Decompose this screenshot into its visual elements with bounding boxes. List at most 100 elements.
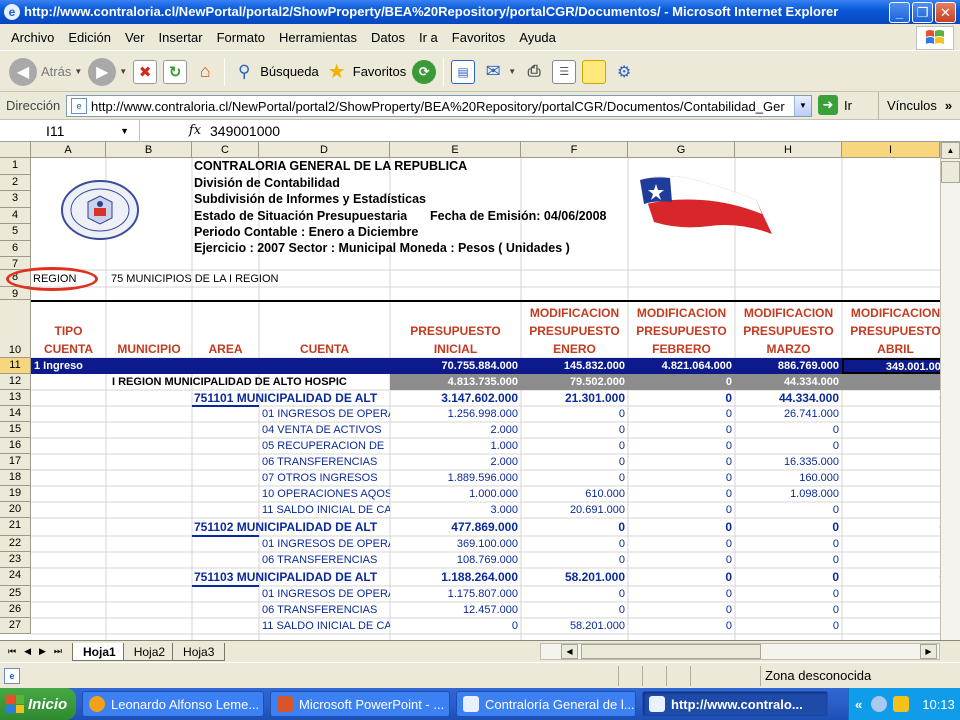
value-cell-h[interactable]: 16.335.000	[735, 455, 842, 469]
row-header[interactable]: 17	[0, 454, 31, 470]
row-header[interactable]: 16	[0, 438, 31, 454]
menu-edicion[interactable]: Edición	[61, 24, 118, 51]
value-cell-f[interactable]: 20.691.000	[521, 503, 628, 517]
account-row-label[interactable]: 11 SALDO INICIAL DE CA	[262, 619, 390, 633]
scroll-up-icon[interactable]: ▲	[941, 142, 960, 159]
menu-ayuda[interactable]: Ayuda	[512, 24, 563, 51]
account-row-label[interactable]: 07 OTROS INGRESOS	[262, 471, 390, 485]
row11-label[interactable]: 1 Ingreso	[34, 359, 83, 373]
value-cell-f[interactable]: 0	[521, 587, 628, 601]
column-header-b[interactable]: B	[106, 142, 192, 158]
links-button[interactable]: Vínculos»	[878, 92, 952, 120]
row-header[interactable]: 25	[0, 586, 31, 602]
row-header[interactable]: 18	[0, 470, 31, 486]
taskbar-item-powerpoint[interactable]: Microsoft PowerPoint - ...	[270, 691, 450, 717]
row12-marzo[interactable]: 44.334.000	[735, 375, 842, 389]
row12-febrero[interactable]: 0	[628, 375, 735, 389]
column-header-e[interactable]: E	[390, 142, 521, 158]
row-header[interactable]: 5	[0, 224, 31, 241]
name-box-dropdown-icon[interactable]: ▼	[120, 120, 129, 142]
row-header[interactable]: 21	[0, 518, 31, 536]
value-cell-e[interactable]: 3.000	[390, 503, 521, 517]
value-cell-e[interactable]: 1.889.596.000	[390, 471, 521, 485]
value-cell-h[interactable]: 44.334.000	[735, 391, 842, 405]
select-all-corner[interactable]	[0, 142, 31, 158]
row11-presupuesto[interactable]: 70.755.884.000	[390, 359, 521, 373]
edit-button[interactable]: ☰	[549, 55, 579, 89]
column-header-f[interactable]: F	[521, 142, 628, 158]
value-cell-f[interactable]: 0	[521, 537, 628, 551]
forward-dropdown-icon[interactable]: ▼	[116, 67, 127, 76]
value-cell-g[interactable]: 0	[628, 569, 735, 585]
row-header[interactable]: 2	[0, 175, 31, 191]
account-row-label[interactable]: 10 OPERACIONES AQOS	[262, 487, 390, 501]
search-button[interactable]: ⚲ Búsqueda	[229, 55, 322, 89]
municipality-row-label[interactable]: 751102 MUNICIPALIDAD DE ALT	[194, 519, 390, 535]
value-cell-e[interactable]: 12.457.000	[390, 603, 521, 617]
value-cell-h[interactable]: 0	[735, 519, 842, 535]
row-header[interactable]: 3	[0, 191, 31, 208]
value-cell-f[interactable]: 21.301.000	[521, 391, 628, 405]
value-cell-e[interactable]: 1.175.807.000	[390, 587, 521, 601]
research-button[interactable]: ▤	[448, 55, 478, 89]
value-cell-e[interactable]: 0	[390, 619, 521, 633]
row-header[interactable]: 6	[0, 241, 31, 257]
value-cell-f[interactable]: 0	[521, 553, 628, 567]
address-url[interactable]: http://www.contraloria.cl/NewPortal/port…	[91, 99, 794, 114]
sheet-tab-hoja3[interactable]: Hoja3	[172, 642, 226, 661]
column-header-h[interactable]: H	[735, 142, 842, 158]
row-header[interactable]: 4	[0, 208, 31, 224]
row-header[interactable]: 20	[0, 502, 31, 518]
value-cell-h[interactable]: 0	[735, 553, 842, 567]
value-cell-e[interactable]: 2.000	[390, 423, 521, 437]
value-cell-e[interactable]: 1.000.000	[390, 487, 521, 501]
column-header-g[interactable]: G	[628, 142, 735, 158]
value-cell-h[interactable]: 0	[735, 603, 842, 617]
vertical-scrollbar[interactable]: ▲	[940, 142, 960, 640]
taskbar-item-contraloria[interactable]: Contraloría General de l...	[456, 691, 636, 717]
row-header[interactable]: 22	[0, 536, 31, 552]
value-cell-f[interactable]: 0	[521, 407, 628, 421]
column-header-a[interactable]: A	[31, 142, 106, 158]
column-header-c[interactable]: C	[192, 142, 259, 158]
value-cell-g[interactable]: 0	[628, 503, 735, 517]
row-header[interactable]: 13	[0, 390, 31, 406]
last-sheet-icon[interactable]: ⏭	[54, 646, 62, 657]
column-header-i[interactable]: I	[842, 142, 940, 158]
row12-enero[interactable]: 79.502.000	[521, 375, 628, 389]
value-cell-e[interactable]: 2.000	[390, 455, 521, 469]
row-header[interactable]: 11	[0, 358, 31, 374]
value-cell-h[interactable]: 0	[735, 503, 842, 517]
value-cell-g[interactable]: 0	[628, 439, 735, 453]
print-button[interactable]: ⎙	[519, 55, 549, 89]
hscroll-thumb[interactable]	[581, 644, 761, 659]
municipality-row-label[interactable]: 751103 MUNICIPALIDAD DE ALT	[194, 569, 390, 585]
value-cell-i[interactable]: 0	[842, 519, 940, 535]
menu-datos[interactable]: Datos	[364, 24, 412, 51]
minimize-button[interactable]: _	[889, 2, 910, 23]
account-row-label[interactable]: 06 TRANSFERENCIAS	[262, 455, 390, 469]
row-header[interactable]: 1	[0, 158, 31, 175]
formula-input[interactable]: 349001000	[206, 123, 280, 139]
value-cell-g[interactable]: 0	[628, 487, 735, 501]
fx-icon[interactable]: fx	[184, 123, 206, 138]
mail-dropdown-icon[interactable]: ▼	[505, 67, 516, 76]
value-cell-e[interactable]: 477.869.000	[390, 519, 521, 535]
value-cell-h[interactable]: 0	[735, 569, 842, 585]
history-button[interactable]: ⟳	[409, 55, 439, 89]
prev-sheet-icon[interactable]: ◀	[24, 646, 31, 657]
row-header[interactable]: 24	[0, 568, 31, 586]
back-button[interactable]: ◀ Atrás ▼	[6, 55, 85, 89]
value-cell-h[interactable]: 1.098.000	[735, 487, 842, 501]
sheet-tab-hoja2[interactable]: Hoja2	[122, 642, 177, 661]
value-cell-f[interactable]: 610.000	[521, 487, 628, 501]
row12-label[interactable]: I REGION MUNICIPALIDAD DE ALTO HOSPIC	[112, 375, 390, 389]
row-header[interactable]: 27	[0, 618, 31, 634]
value-cell-e[interactable]: 3.147.602.000	[390, 391, 521, 405]
refresh-button[interactable]: ↻	[160, 55, 190, 89]
value-cell-e[interactable]: 369.100.000	[390, 537, 521, 551]
value-cell-i[interactable]: 0	[842, 569, 940, 585]
row-header[interactable]: 26	[0, 602, 31, 618]
row11-enero[interactable]: 145.832.000	[521, 359, 628, 373]
value-cell-g[interactable]: 0	[628, 537, 735, 551]
